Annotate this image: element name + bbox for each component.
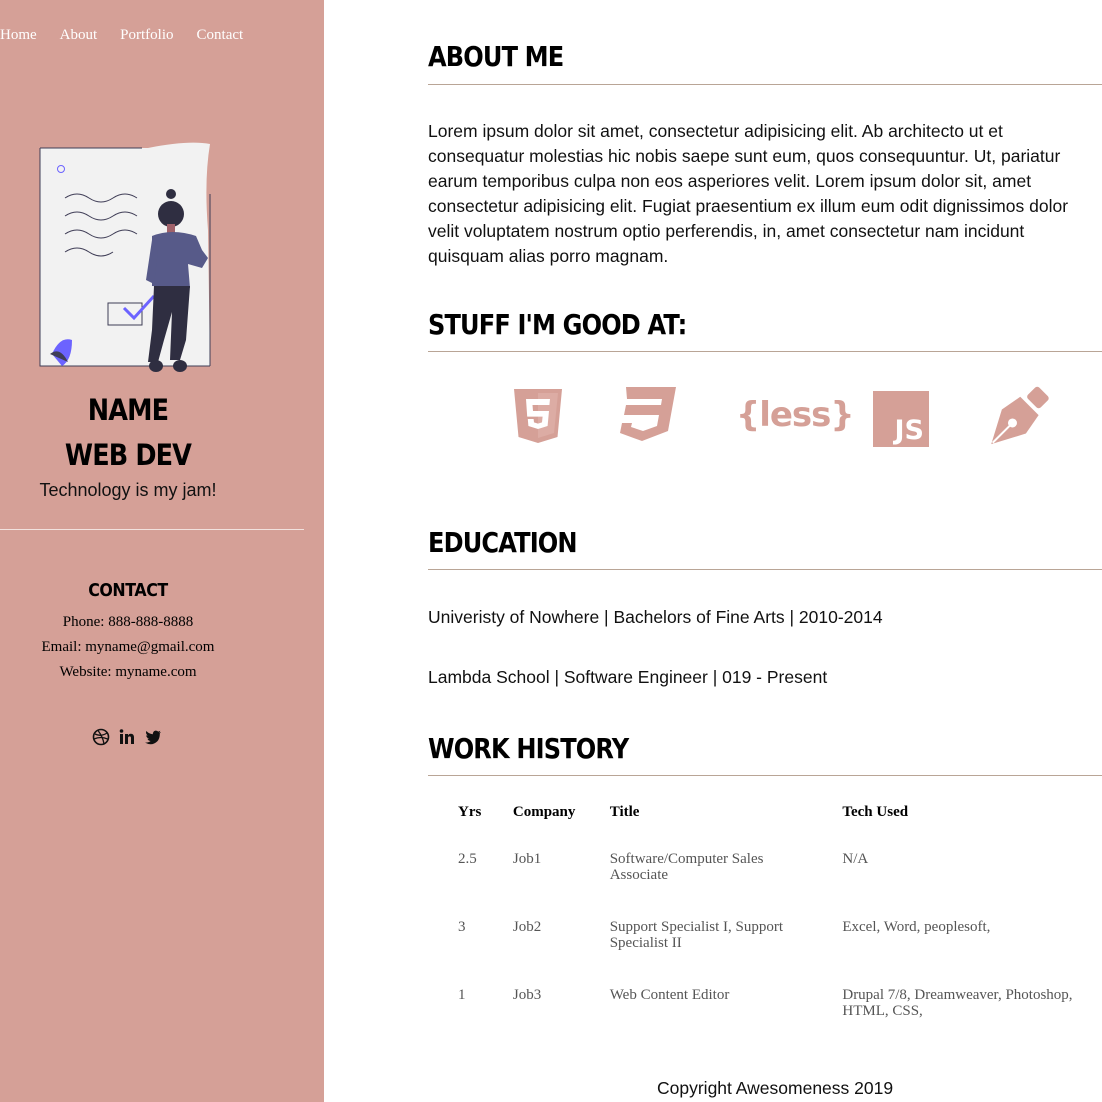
contact-email: Email: myname@gmail.com [41, 639, 215, 655]
pen-nib-icon [991, 386, 1049, 445]
table-row: 2.5 Job1 Software/Computer Sales Associat… [446, 841, 1102, 909]
nav-home-link[interactable]: Home [0, 26, 37, 44]
skills-heading: STUFF I'M GOOD AT: [428, 308, 687, 341]
html5-icon [514, 389, 562, 443]
profile-illustration [39, 142, 211, 372]
cell-title-line: Specialist II [609, 935, 682, 951]
education-entry: Lambda School | Software Engineer | 019 … [428, 667, 828, 687]
about-rule [428, 84, 1102, 85]
sidebar-divider [0, 529, 304, 530]
col-company: Company [512, 804, 576, 820]
sidebar: Home About Portfolio Contact NAME WEB DE… [0, 0, 324, 1102]
css3-icon [620, 387, 676, 441]
cell-yrs: 2.5 [458, 851, 477, 867]
work-heading: WORK HISTORY [428, 732, 629, 765]
contact-phone: Phone: 888-888-8888 [62, 614, 194, 630]
about-heading: ABOUT ME [428, 40, 564, 73]
cell-tech-line: Drupal 7/8, Dreamweaver, Photoshop, [842, 987, 1073, 1003]
cell-tech-line: HTML, CSS, [842, 1003, 923, 1019]
about-line: consequatur molestias hic nobis saepe su… [428, 146, 1061, 166]
twitter-icon[interactable] [144, 728, 162, 746]
cell-tech: Excel, Word, peoplesoft, [830, 909, 1102, 977]
work-history-table: Yrs Company Title Tech Used 2.5 Job1 Sof… [446, 796, 1102, 1045]
cell-title-line: Support Specialist I, Support [609, 919, 784, 935]
cell-yrs: 1 [458, 987, 466, 1003]
about-line: Lorem ipsum dolor sit amet, consectetur … [428, 121, 1003, 141]
work-rule [428, 775, 1102, 776]
cell-yrs: 3 [458, 919, 466, 935]
about-line: earum temporibus culpa non eos asperiore… [428, 171, 1032, 191]
less-icon: {less} [736, 395, 855, 435]
contact-website: Website: myname.com [59, 664, 197, 680]
about-line: consectetur adipisicing elit. Fugiat pra… [428, 196, 1069, 216]
cell-title: Software/Computer Sales Associate [598, 841, 831, 909]
cell-company: Job2 [512, 919, 542, 935]
profile-tagline: Technology is my jam! [39, 480, 217, 500]
cell-title: Web Content Editor [598, 977, 831, 1045]
about-line: velit voluptatem nostrum optio perferend… [428, 221, 1025, 241]
nav-about-link[interactable]: About [60, 26, 98, 44]
education-entry: Univeristy of Nowhere | Bachelors of Fin… [428, 607, 883, 627]
dribbble-icon[interactable] [92, 728, 110, 746]
profile-role: WEB DEV [64, 438, 192, 472]
cell-tech: Drupal 7/8, Dreamweaver, Photoshop, HTML,… [830, 977, 1102, 1045]
skills-icons: {less} JS [512, 385, 1072, 455]
cell-company: Job3 [512, 987, 542, 1003]
cell-title-line: Associate [609, 867, 669, 883]
nav-contact-link: Contact [196, 27, 244, 43]
js-icon-label: JS [894, 415, 925, 446]
col-title: Title [609, 804, 640, 820]
table-row: 3 Job2 Support Specialist I, Support Spec… [446, 909, 1102, 977]
profile-name: NAME [87, 393, 169, 427]
table-row: 1 Job3 Web Content Editor Drupal 7/8, Dr… [446, 977, 1102, 1045]
cell-tech-line: Excel, Word, peoplesoft, [842, 919, 991, 935]
contact-title: CONTACT [88, 580, 168, 601]
top-nav: Home About Portfolio Contact [0, 26, 266, 44]
js-icon: JS [873, 391, 929, 447]
about-line: quisquam alias porro magnam. [428, 246, 669, 266]
social-links [92, 728, 162, 746]
linkedin-icon[interactable] [118, 728, 136, 746]
nav-portfolio-link[interactable]: Portfolio [120, 26, 173, 44]
cell-title-line: Web Content Editor [609, 987, 730, 1003]
cell-title: Support Specialist I, Support Specialist … [598, 909, 831, 977]
education-rule [428, 569, 1102, 570]
skills-rule [428, 351, 1102, 352]
footer-copyright: Copyright Awesomeness 2019 [657, 1078, 894, 1098]
table-header-row: Yrs Company Title Tech Used [446, 796, 1102, 841]
about-text: Lorem ipsum dolor sit amet, consectetur … [428, 119, 1102, 269]
cell-title-line: Software/Computer Sales [609, 851, 764, 867]
col-tech: Tech Used [842, 804, 909, 820]
cell-tech: N/A [830, 841, 1102, 909]
cell-company: Job1 [512, 851, 542, 867]
education-heading: EDUCATION [428, 526, 578, 559]
col-yrs: Yrs [458, 804, 482, 820]
cell-tech-line: N/A [842, 851, 869, 867]
